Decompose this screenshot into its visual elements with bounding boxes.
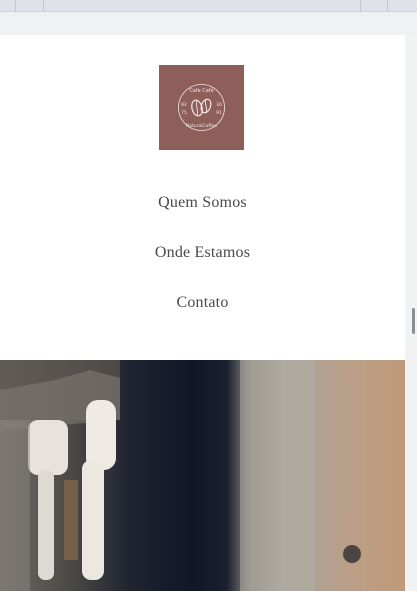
logo-right-bottom: 91: [216, 110, 222, 116]
logo-left-top: 82: [181, 102, 187, 108]
page-top-spacing: [0, 12, 417, 35]
nav-item-container: Contato: [0, 294, 405, 312]
hero-coffee-image: [0, 360, 405, 591]
nav-link-onde-estamos[interactable]: Onde Estamos: [155, 244, 250, 262]
browser-tab-strip: [0, 0, 417, 12]
tab-divider: [360, 0, 361, 12]
nav-link-contato[interactable]: Contato: [176, 294, 228, 312]
site-page: Cafe Café NaturalCoffee 82 75 30 91 Quem…: [0, 35, 405, 591]
logo-bottom-text: NaturalCoffee: [186, 123, 217, 129]
tab-divider: [43, 0, 44, 12]
logo-left-bottom: 75: [181, 110, 187, 116]
nav-link-quem-somos[interactable]: Quem Somos: [158, 194, 247, 212]
tab-divider: [387, 0, 388, 12]
tab-divider: [15, 0, 16, 12]
nav-item-container: Quem Somos: [0, 194, 405, 212]
coffee-beans-logo-icon: Cafe Café NaturalCoffee 82 75 30 91: [178, 84, 225, 131]
logo-right-top: 30: [216, 102, 222, 108]
nav-item-container: Onde Estamos: [0, 244, 405, 262]
espresso-machine-image: [0, 360, 361, 591]
scrollbar-thumb[interactable]: [412, 308, 415, 334]
vertical-scrollbar[interactable]: [405, 35, 417, 591]
logo-top-text: Cafe Café: [189, 87, 213, 94]
brand-logo[interactable]: Cafe Café NaturalCoffee 82 75 30 91: [159, 65, 244, 150]
